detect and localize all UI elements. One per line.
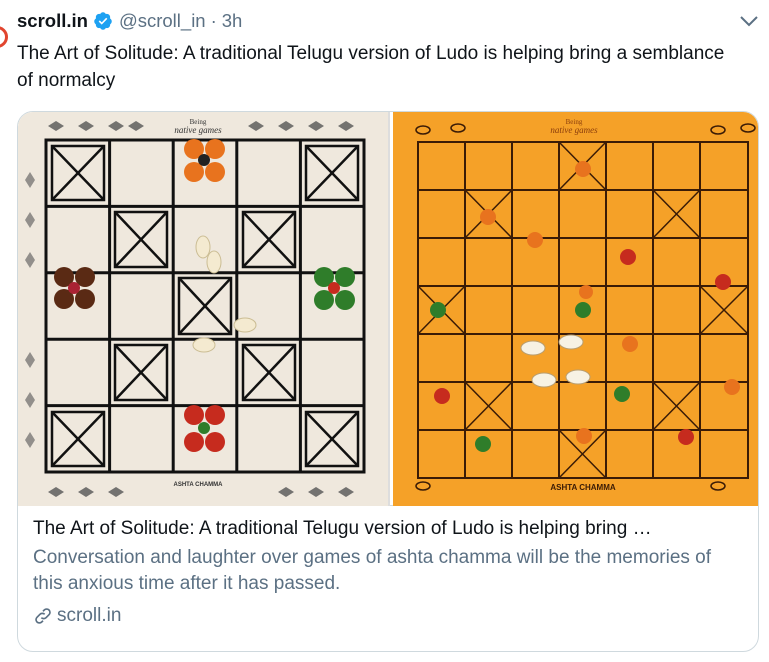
tweet-time[interactable]: 3h <box>222 10 243 32</box>
svg-text:ASHTA CHAMMA: ASHTA CHAMMA <box>174 482 224 488</box>
tweet-text: The Art of Solitude: A traditional Telug… <box>17 43 725 91</box>
author-name[interactable]: scroll.in <box>17 10 88 32</box>
card-body[interactable]: The Art of Solitude: A traditional Telug… <box>33 516 745 629</box>
card-title[interactable]: The Art of Solitude: A traditional Telug… <box>33 516 745 542</box>
svg-text:native games: native games <box>174 125 222 135</box>
left-board: Being native games ASHTA CHAMMA <box>18 112 388 506</box>
card-description: Conversation and laughter over games of … <box>33 547 712 594</box>
card-domain-text[interactable]: scroll.in <box>57 603 121 629</box>
chevron-down-icon[interactable] <box>739 14 759 28</box>
card-image[interactable]: Being native games ASHTA CHAMMA Being na… <box>18 112 758 506</box>
link-icon <box>35 608 51 624</box>
tweet-header: scroll.in @scroll_in · 3h <box>17 8 242 34</box>
right-board: Being native games ASHTA CHAMMA <box>393 112 758 506</box>
svg-text:ASHTA CHAMMA: ASHTA CHAMMA <box>550 483 616 492</box>
verified-badge-icon <box>94 12 112 30</box>
card-domain[interactable]: scroll.in <box>33 603 745 629</box>
separator-dot: · <box>210 10 217 31</box>
avatar[interactable] <box>0 26 8 48</box>
svg-text:native games: native games <box>550 125 598 135</box>
author-handle[interactable]: @scroll_in <box>119 10 206 32</box>
link-card[interactable]: Being native games ASHTA CHAMMA Being na… <box>17 111 759 652</box>
